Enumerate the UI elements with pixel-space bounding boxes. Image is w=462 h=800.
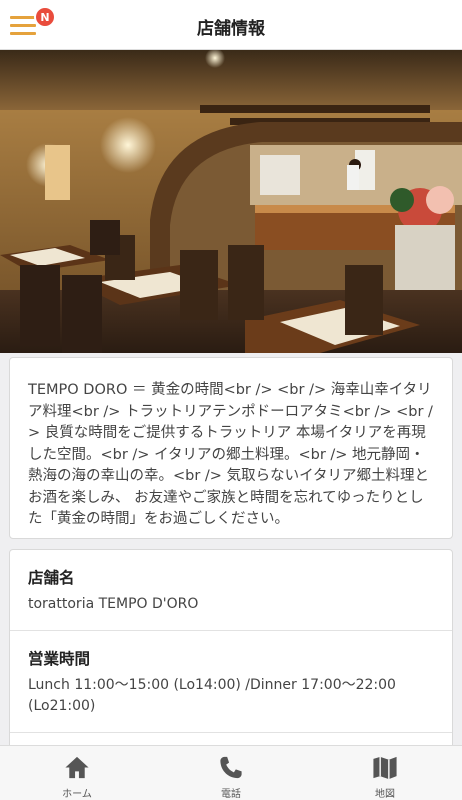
tab-phone-label: 電話 (221, 789, 241, 800)
info-row-hours: 営業時間 Lunch 11:00～15:00 (Lo14:00) /Dinner… (10, 631, 452, 733)
tab-map[interactable]: 地図 (308, 746, 462, 800)
map-icon (373, 756, 397, 780)
hours-label: 営業時間 (28, 650, 91, 668)
home-icon (65, 756, 89, 779)
store-description-card: TEMPO DORO ＝ 黄金の時間<br /> <br /> 海幸山幸イタリア… (9, 357, 453, 539)
restaurant-interior-photo (0, 50, 462, 353)
store-name-label: 店舗名 (28, 569, 75, 587)
tab-map-label: 地図 (375, 789, 395, 800)
app-header: N 店舗情報 (0, 0, 462, 50)
phone-icon (220, 756, 242, 779)
tab-home[interactable]: ホーム (0, 746, 154, 800)
bottom-tab-bar: ホーム 電話 地図 (0, 745, 462, 800)
restaurant-photo-illustration (0, 50, 462, 353)
store-description: TEMPO DORO ＝ 黄金の時間<br /> <br /> 海幸山幸イタリア… (28, 382, 433, 527)
store-name-value: torattoria TEMPO D'ORO (28, 596, 199, 612)
tab-phone[interactable]: 電話 (154, 746, 308, 800)
page-title: 店舗情報 (197, 19, 265, 39)
hours-value: Lunch 11:00～15:00 (Lo14:00) /Dinner 17:0… (28, 677, 396, 714)
tab-home-label: ホーム (62, 789, 92, 800)
info-row-store-name: 店舗名 torattoria TEMPO D'ORO (10, 550, 452, 631)
